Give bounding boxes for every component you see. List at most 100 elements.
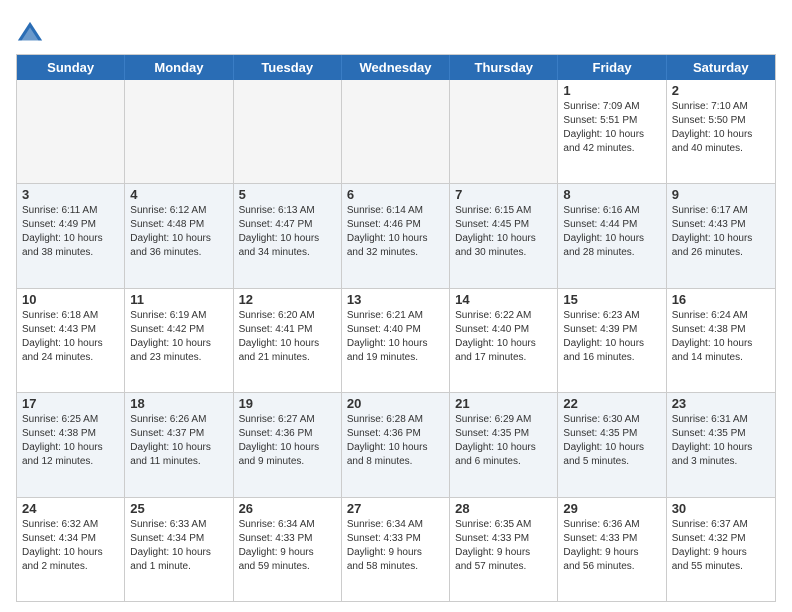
calendar-cell: 9 Sunrise: 6:17 AM Sunset: 4:43 PM Daylig… [667, 184, 775, 287]
day-number: 14 [455, 292, 552, 307]
day-info: Sunrise: 6:34 AM Sunset: 4:33 PM Dayligh… [239, 518, 336, 574]
day-number: 12 [239, 292, 336, 307]
day-number: 8 [563, 187, 660, 202]
calendar-cell: 1 Sunrise: 7:09 AM Sunset: 5:51 PM Daylig… [558, 80, 666, 183]
day-info: Sunrise: 6:19 AM Sunset: 4:42 PM Dayligh… [130, 309, 227, 365]
calendar-cell: 19Sunrise: 6:27 AM Sunset: 4:36 PM Dayli… [234, 393, 342, 496]
calendar-cell: 28Sunrise: 6:35 AM Sunset: 4:33 PM Dayli… [450, 498, 558, 601]
logo-icon [16, 20, 44, 48]
calendar-cell [342, 80, 450, 183]
day-number: 20 [347, 396, 444, 411]
calendar-header: SundayMondayTuesdayWednesdayThursdayFrid… [17, 55, 775, 80]
calendar-cell: 23 Sunrise: 6:31 AM Sunset: 4:35 PM Dayli… [667, 393, 775, 496]
day-info: Sunrise: 6:25 AM Sunset: 4:38 PM Dayligh… [22, 413, 119, 469]
calendar-body: 1 Sunrise: 7:09 AM Sunset: 5:51 PM Daylig… [17, 80, 775, 601]
calendar-cell: 25 Sunrise: 6:33 AM Sunset: 4:34 PM Dayli… [125, 498, 233, 601]
calendar-cell [17, 80, 125, 183]
day-info: Sunrise: 7:09 AM Sunset: 5:51 PM Dayligh… [563, 100, 660, 156]
day-info: Sunrise: 6:15 AM Sunset: 4:45 PM Dayligh… [455, 204, 552, 260]
calendar-cell: 7 Sunrise: 6:15 AM Sunset: 4:45 PM Daylig… [450, 184, 558, 287]
day-info: Sunrise: 6:21 AM Sunset: 4:40 PM Dayligh… [347, 309, 444, 365]
calendar-cell: 21 Sunrise: 6:29 AM Sunset: 4:35 PM Dayli… [450, 393, 558, 496]
day-info: Sunrise: 6:22 AM Sunset: 4:40 PM Dayligh… [455, 309, 552, 365]
calendar-cell: 15 Sunrise: 6:23 AM Sunset: 4:39 PM Dayli… [558, 289, 666, 392]
day-number: 5 [239, 187, 336, 202]
calendar-cell: 6 Sunrise: 6:14 AM Sunset: 4:46 PM Daylig… [342, 184, 450, 287]
calendar-row: 10Sunrise: 6:18 AM Sunset: 4:43 PM Dayli… [17, 289, 775, 393]
calendar-cell: 13 Sunrise: 6:21 AM Sunset: 4:40 PM Dayli… [342, 289, 450, 392]
calendar-cell [125, 80, 233, 183]
calendar-cell: 17 Sunrise: 6:25 AM Sunset: 4:38 PM Dayli… [17, 393, 125, 496]
day-info: Sunrise: 6:17 AM Sunset: 4:43 PM Dayligh… [672, 204, 770, 260]
day-info: Sunrise: 6:30 AM Sunset: 4:35 PM Dayligh… [563, 413, 660, 469]
day-info: Sunrise: 6:26 AM Sunset: 4:37 PM Dayligh… [130, 413, 227, 469]
calendar-cell: 3Sunrise: 6:11 AM Sunset: 4:49 PM Daylig… [17, 184, 125, 287]
day-info: Sunrise: 6:33 AM Sunset: 4:34 PM Dayligh… [130, 518, 227, 574]
weekday-header: Monday [125, 55, 233, 80]
day-info: Sunrise: 6:14 AM Sunset: 4:46 PM Dayligh… [347, 204, 444, 260]
day-info: Sunrise: 6:37 AM Sunset: 4:32 PM Dayligh… [672, 518, 770, 574]
day-number: 11 [130, 292, 227, 307]
calendar-row: 24Sunrise: 6:32 AM Sunset: 4:34 PM Dayli… [17, 498, 775, 601]
calendar-cell: 27 Sunrise: 6:34 AM Sunset: 4:33 PM Dayli… [342, 498, 450, 601]
day-number: 1 [563, 83, 660, 98]
day-number: 23 [672, 396, 770, 411]
day-info: Sunrise: 6:29 AM Sunset: 4:35 PM Dayligh… [455, 413, 552, 469]
weekday-header: Thursday [450, 55, 558, 80]
day-info: Sunrise: 6:12 AM Sunset: 4:48 PM Dayligh… [130, 204, 227, 260]
day-number: 2 [672, 83, 770, 98]
calendar-cell: 26 Sunrise: 6:34 AM Sunset: 4:33 PM Dayli… [234, 498, 342, 601]
day-number: 22 [563, 396, 660, 411]
day-info: Sunrise: 6:24 AM Sunset: 4:38 PM Dayligh… [672, 309, 770, 365]
day-info: Sunrise: 6:28 AM Sunset: 4:36 PM Dayligh… [347, 413, 444, 469]
day-info: Sunrise: 6:20 AM Sunset: 4:41 PM Dayligh… [239, 309, 336, 365]
calendar-cell: 12 Sunrise: 6:20 AM Sunset: 4:41 PM Dayli… [234, 289, 342, 392]
day-info: Sunrise: 6:23 AM Sunset: 4:39 PM Dayligh… [563, 309, 660, 365]
day-number: 15 [563, 292, 660, 307]
page: SundayMondayTuesdayWednesdayThursdayFrid… [0, 0, 792, 612]
calendar-cell: 16 Sunrise: 6:24 AM Sunset: 4:38 PM Dayli… [667, 289, 775, 392]
calendar-cell [234, 80, 342, 183]
day-number: 16 [672, 292, 770, 307]
calendar-cell: 24Sunrise: 6:32 AM Sunset: 4:34 PM Dayli… [17, 498, 125, 601]
day-number: 17 [22, 396, 119, 411]
day-info: Sunrise: 6:16 AM Sunset: 4:44 PM Dayligh… [563, 204, 660, 260]
day-info: Sunrise: 6:31 AM Sunset: 4:35 PM Dayligh… [672, 413, 770, 469]
calendar-cell: 30Sunrise: 6:37 AM Sunset: 4:32 PM Dayli… [667, 498, 775, 601]
weekday-header: Wednesday [342, 55, 450, 80]
calendar-row: 17 Sunrise: 6:25 AM Sunset: 4:38 PM Dayli… [17, 393, 775, 497]
calendar-cell [450, 80, 558, 183]
day-info: Sunrise: 6:36 AM Sunset: 4:33 PM Dayligh… [563, 518, 660, 574]
calendar-cell: 14 Sunrise: 6:22 AM Sunset: 4:40 PM Dayli… [450, 289, 558, 392]
calendar-cell: 8 Sunrise: 6:16 AM Sunset: 4:44 PM Daylig… [558, 184, 666, 287]
calendar-cell: 22 Sunrise: 6:30 AM Sunset: 4:35 PM Dayli… [558, 393, 666, 496]
day-number: 25 [130, 501, 227, 516]
day-number: 7 [455, 187, 552, 202]
day-info: Sunrise: 7:10 AM Sunset: 5:50 PM Dayligh… [672, 100, 770, 156]
calendar-cell: 4Sunrise: 6:12 AM Sunset: 4:48 PM Daylig… [125, 184, 233, 287]
calendar-row: 3Sunrise: 6:11 AM Sunset: 4:49 PM Daylig… [17, 184, 775, 288]
calendar-cell: 10Sunrise: 6:18 AM Sunset: 4:43 PM Dayli… [17, 289, 125, 392]
weekday-header: Friday [558, 55, 666, 80]
day-number: 6 [347, 187, 444, 202]
day-number: 27 [347, 501, 444, 516]
day-number: 13 [347, 292, 444, 307]
calendar-cell: 29Sunrise: 6:36 AM Sunset: 4:33 PM Dayli… [558, 498, 666, 601]
calendar-cell: 11 Sunrise: 6:19 AM Sunset: 4:42 PM Dayli… [125, 289, 233, 392]
day-number: 18 [130, 396, 227, 411]
day-number: 24 [22, 501, 119, 516]
weekday-header: Saturday [667, 55, 775, 80]
day-number: 9 [672, 187, 770, 202]
day-number: 10 [22, 292, 119, 307]
weekday-header: Tuesday [234, 55, 342, 80]
day-number: 26 [239, 501, 336, 516]
day-number: 19 [239, 396, 336, 411]
day-info: Sunrise: 6:11 AM Sunset: 4:49 PM Dayligh… [22, 204, 119, 260]
logo [16, 20, 48, 48]
day-number: 21 [455, 396, 552, 411]
weekday-header: Sunday [17, 55, 125, 80]
calendar-cell: 5Sunrise: 6:13 AM Sunset: 4:47 PM Daylig… [234, 184, 342, 287]
header [16, 16, 776, 48]
day-info: Sunrise: 6:34 AM Sunset: 4:33 PM Dayligh… [347, 518, 444, 574]
day-info: Sunrise: 6:35 AM Sunset: 4:33 PM Dayligh… [455, 518, 552, 574]
